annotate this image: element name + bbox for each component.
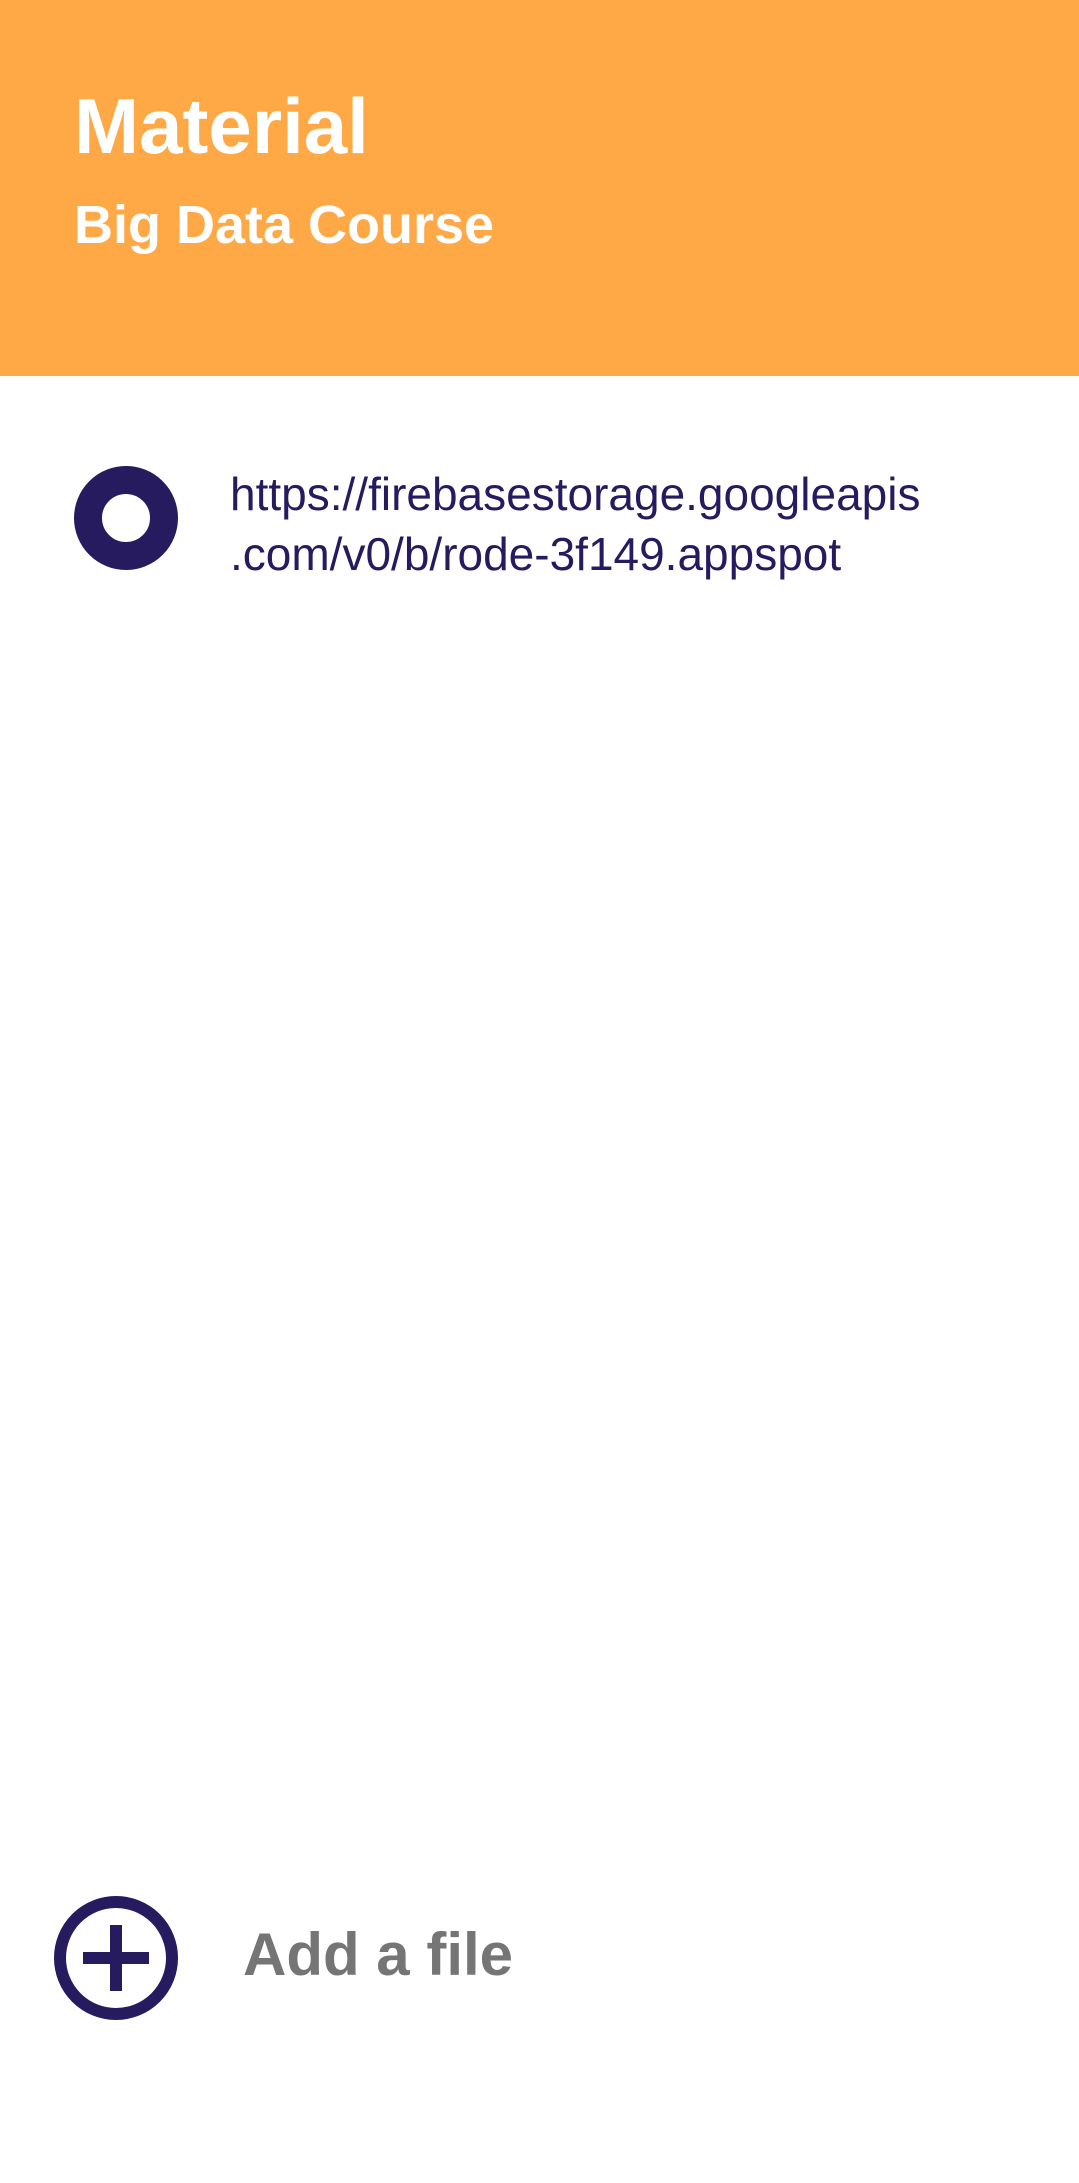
header-bar: Material Big Data Course bbox=[0, 0, 1079, 376]
add-file-label[interactable]: Add a file bbox=[243, 1922, 513, 1988]
page-title: Material bbox=[74, 82, 369, 170]
course-subtitle: Big Data Course bbox=[74, 195, 495, 255]
add-file-button[interactable]: Add a file bbox=[0, 1890, 1079, 2030]
add-circle-icon[interactable] bbox=[53, 1895, 179, 2021]
file-url-line1: https://firebasestorage.googleapis bbox=[230, 468, 921, 520]
file-url[interactable]: https://firebasestorage.googleapis .com/… bbox=[230, 464, 1070, 584]
file-list-item[interactable]: https://firebasestorage.googleapis .com/… bbox=[0, 450, 1079, 600]
radio-circle-icon bbox=[74, 466, 178, 570]
file-url-line2: .com/v0/b/rode-3f149.appspot bbox=[230, 528, 842, 580]
